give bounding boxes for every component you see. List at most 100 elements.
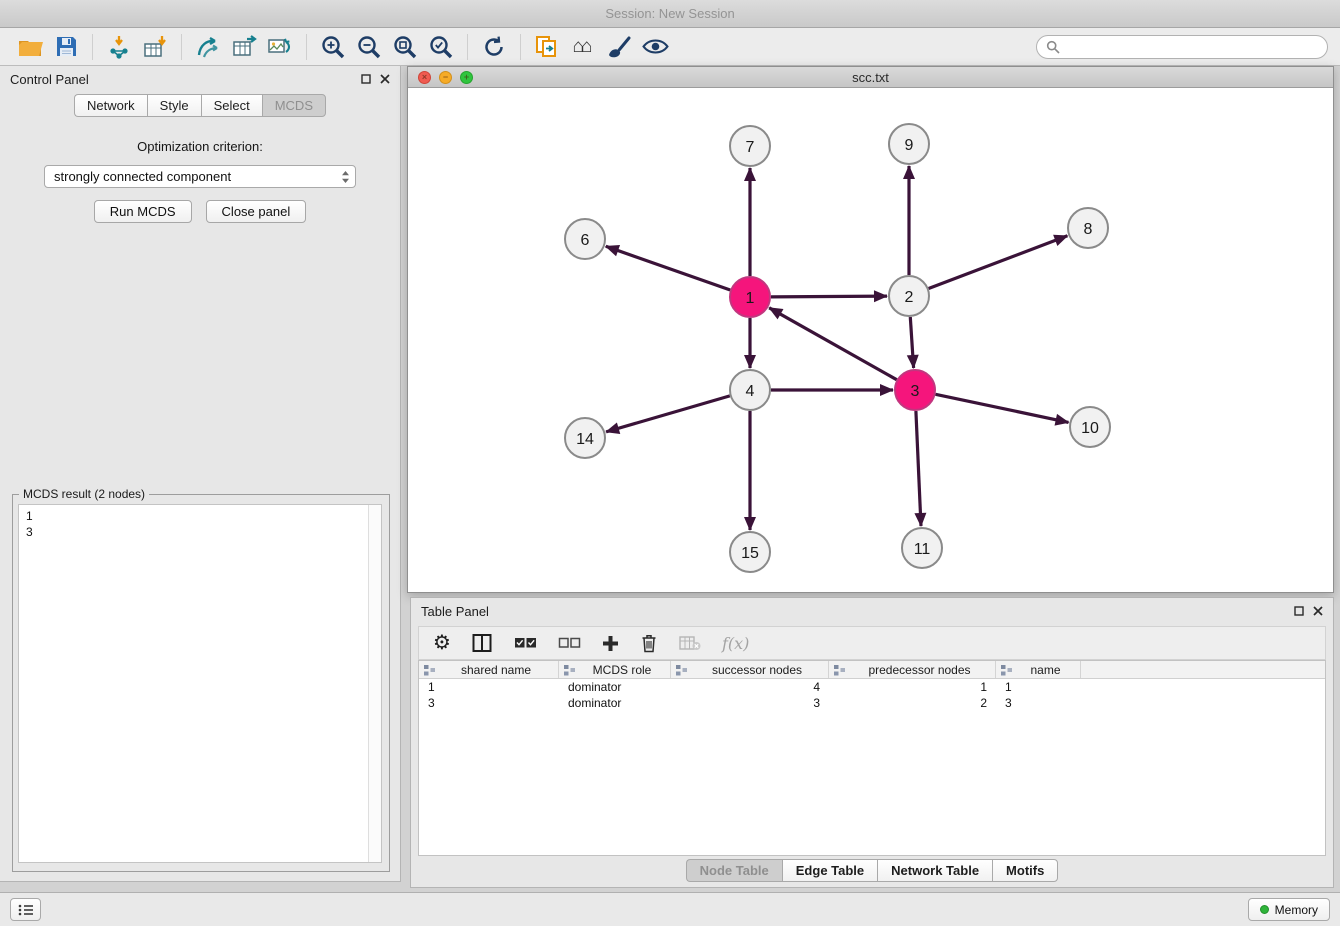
edge-4-14[interactable] [606,396,730,432]
tab-network[interactable]: Network [74,94,147,117]
node-15[interactable]: 15 [730,532,770,572]
run-mcds-button[interactable]: Run MCDS [94,200,192,223]
close-table-panel-icon[interactable] [1313,606,1323,616]
zoom-fit-icon[interactable] [387,32,423,62]
table-toolbar: ⚙ f(x) [418,626,1326,660]
edge-1-6[interactable] [606,246,730,290]
delete-column-trash-icon[interactable] [640,633,658,653]
close-panel-button[interactable]: Close panel [206,200,307,223]
save-session-icon[interactable] [48,32,84,62]
node-10[interactable]: 10 [1070,407,1110,447]
float-panel-icon[interactable] [361,74,371,84]
zoom-in-icon[interactable] [315,32,351,62]
edge-2-3[interactable] [910,317,913,368]
function-builder-icon[interactable]: f(x) [722,634,749,653]
edge-2-8[interactable] [929,236,1068,289]
close-panel-icon[interactable] [380,74,390,84]
sort-icon [563,664,576,676]
node-label: 2 [905,289,914,306]
result-scrollbar[interactable] [368,505,381,862]
search-input[interactable] [1065,40,1318,54]
table-settings-gear-icon[interactable]: ⚙ [433,633,451,653]
zoom-selected-icon[interactable] [423,32,459,62]
cell-successor-nodes[interactable]: 3 [671,696,829,710]
column-header-predecessor-nodes[interactable]: predecessor nodes [829,661,996,678]
new-network-icon[interactable] [190,32,226,62]
criterion-dropdown[interactable]: strongly connected component [44,165,356,188]
new-table-icon[interactable] [226,32,262,62]
main-toolbar: ⌂⌂ [0,28,1340,66]
node-11[interactable]: 11 [902,528,942,568]
show-columns-icon[interactable] [472,633,493,653]
cell-shared-name[interactable]: 3 [419,696,559,710]
edge-3-10[interactable] [936,394,1069,422]
home-icon[interactable]: ⌂⌂ [565,32,601,62]
cell-mcds-role[interactable]: dominator [559,680,671,694]
table-row[interactable]: 3 dominator 3 2 3 [419,695,1325,711]
node-7[interactable]: 7 [730,126,770,166]
show-hide-panels-icon[interactable] [637,32,673,62]
zoom-window-button[interactable]: + [460,71,473,84]
network-canvas[interactable]: 7 9 6 8 1 2 4 3 14 10 15 11 [408,88,1333,592]
node-8[interactable]: 8 [1068,208,1108,248]
task-history-button[interactable] [10,898,41,921]
cell-shared-name[interactable]: 1 [419,680,559,694]
select-all-columns-icon[interactable] [514,636,537,650]
control-panel-header: Control Panel [0,66,400,92]
zoom-out-icon[interactable] [351,32,387,62]
column-header-successor-nodes[interactable]: successor nodes [671,661,829,678]
export-image-icon[interactable] [262,32,298,62]
open-session-icon[interactable] [12,32,48,62]
import-network-icon[interactable] [101,32,137,62]
tab-edge-table[interactable]: Edge Table [782,859,877,882]
node-6[interactable]: 6 [565,219,605,259]
node-label: 10 [1081,420,1099,437]
tab-select[interactable]: Select [201,94,262,117]
table-row[interactable]: 1 dominator 4 1 1 [419,679,1325,695]
statusbar: Memory [0,892,1340,926]
cell-predecessor-nodes[interactable]: 2 [829,696,996,710]
optimization-criterion-label: Optimization criterion: [0,139,400,154]
cell-name[interactable]: 3 [996,696,1081,710]
cell-name[interactable]: 1 [996,680,1081,694]
node-3[interactable]: 3 [895,370,935,410]
import-table-icon[interactable] [137,32,173,62]
node-9[interactable]: 9 [889,124,929,164]
tab-network-table[interactable]: Network Table [877,859,992,882]
edge-1-2[interactable] [771,296,887,297]
float-table-panel-icon[interactable] [1294,606,1304,616]
close-window-button[interactable]: × [418,71,431,84]
node-1[interactable]: 1 [730,277,770,317]
app-titlebar: Session: New Session [0,0,1340,28]
table-panel-header: Table Panel [411,598,1333,624]
node-2[interactable]: 2 [889,276,929,316]
tab-style[interactable]: Style [147,94,201,117]
mcds-result-text-area[interactable]: 1 3 [18,504,382,863]
style-brush-icon[interactable] [601,32,637,62]
tab-mcds[interactable]: MCDS [262,94,326,117]
edge-3-1[interactable] [769,308,897,380]
network-window-titlebar[interactable]: scc.txt × − + [408,67,1333,88]
copy-icon[interactable] [529,32,565,62]
tab-node-table[interactable]: Node Table [686,859,782,882]
minimize-window-button[interactable]: − [439,71,452,84]
tab-motifs[interactable]: Motifs [992,859,1058,882]
apply-layout-icon[interactable] [476,32,512,62]
node-label: 11 [914,541,931,558]
cell-successor-nodes[interactable]: 4 [671,680,829,694]
clear-table-icon[interactable] [679,635,701,651]
column-header-name[interactable]: name [996,661,1081,678]
node-14[interactable]: 14 [565,418,605,458]
toolbar-separator [520,34,521,60]
cell-predecessor-nodes[interactable]: 1 [829,680,996,694]
column-header-shared-name[interactable]: shared name [419,661,559,678]
column-header-mcds-role[interactable]: MCDS role [559,661,671,678]
deselect-all-columns-icon[interactable] [558,636,581,650]
mcds-result-line: 3 [19,524,381,540]
node-4[interactable]: 4 [730,370,770,410]
create-column-plus-icon[interactable] [602,635,619,652]
memory-button[interactable]: Memory [1248,898,1330,921]
node-label: 15 [741,545,759,562]
edge-3-11[interactable] [916,411,921,526]
cell-mcds-role[interactable]: dominator [559,696,671,710]
